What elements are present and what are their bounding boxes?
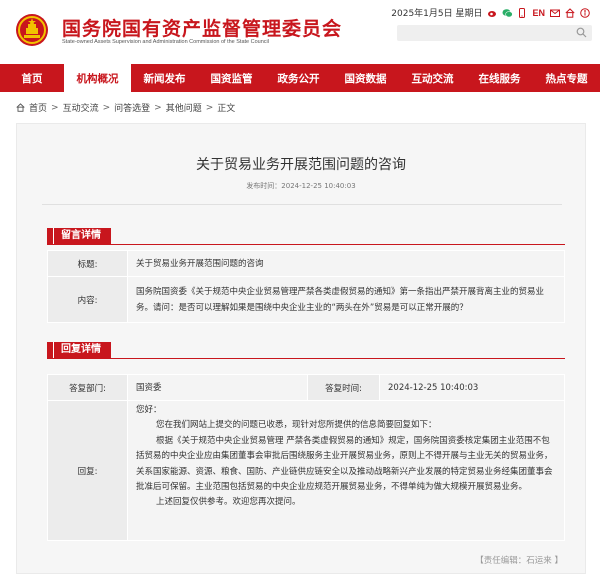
search-input[interactable] <box>397 25 592 41</box>
reply-body: 您好： 您在我们网站上提交的问题已收悉，现针对您所提供的信息简要回复如下： 根据… <box>127 400 565 541</box>
mail-icon[interactable] <box>550 8 560 18</box>
breadcrumb-qa[interactable]: 问答选登 <box>114 101 150 114</box>
nav-item-home[interactable]: 首页 <box>0 64 64 92</box>
dept-key: 答复部门: <box>47 374 128 401</box>
site-header: 国务院国有资产监督管理委员会 State-owned Assets Superv… <box>0 0 600 62</box>
nav-item-online-service[interactable]: 在线服务 <box>466 64 533 92</box>
content-value: 国务院国资委《关于规范中央企业贸易管理严禁各类虚假贸易的通知》第一条指出严禁开展… <box>127 276 565 323</box>
title-key: 标题: <box>47 250 128 277</box>
reply-section-header: 回复详情 <box>47 341 565 359</box>
nav-item-supervision[interactable]: 国资监管 <box>198 64 265 92</box>
time-value: 2024-12-25 10:40:03 <box>379 374 565 401</box>
table-row: 答复部门: 国资委 答复时间: 2024-12-25 10:40:03 <box>47 374 565 401</box>
home-icon[interactable] <box>16 103 25 112</box>
site-subtitle: State-owned Assets Supervision and Admin… <box>62 39 269 45</box>
weibo-icon[interactable] <box>487 8 497 18</box>
search-icon[interactable] <box>576 27 587 38</box>
site-name[interactable]: 国务院国有资产监督管理委员会 <box>62 14 342 41</box>
publish-time: 发布时间：2024-12-25 10:40:03 <box>246 182 356 190</box>
time-key: 答复时间: <box>307 374 380 401</box>
breadcrumb-other[interactable]: 其他问题 <box>166 101 202 114</box>
accessibility-icon[interactable] <box>580 7 590 18</box>
breadcrumb-home[interactable]: 首页 <box>29 101 47 114</box>
home-icon[interactable] <box>565 7 575 18</box>
reply-paragraph: 您在我们网站上提交的问题已收悉，现针对您所提供的信息简要回复如下： <box>156 420 437 431</box>
message-section-header: 留言详情 <box>47 227 565 245</box>
title-value: 关于贸易业务开展范围问题的咨询 <box>127 250 565 277</box>
content-key: 内容: <box>47 276 128 323</box>
nav-item-news[interactable]: 新闻发布 <box>131 64 198 92</box>
message-table: 标题: 关于贸易业务开展范围问题的咨询 内容: 国务院国资委《关于规范中央企业贸… <box>47 250 565 323</box>
nav-item-institution[interactable]: 机构概况 <box>64 64 131 92</box>
main-nav: 首页 机构概况 新闻发布 国资监管 政务公开 国资数据 互动交流 在线服务 热点… <box>0 64 600 92</box>
message-section-label: 留言详情 <box>50 228 111 244</box>
page-title: 关于贸易业务开展范围问题的咨询 <box>196 157 406 173</box>
mobile-icon[interactable] <box>517 7 527 18</box>
national-emblem-icon[interactable] <box>15 13 49 47</box>
top-utility-bar: 2025年1月5日 星期日 EN <box>391 6 590 19</box>
responsible-editor: 【责任编辑：石运来 】 <box>475 556 563 566</box>
reply-greeting: 您好： <box>136 405 162 415</box>
reply-paragraph: 上述回复仅供参考。欢迎您再次提问。 <box>156 497 301 508</box>
breadcrumb-separator: > <box>102 102 111 113</box>
article-card: 关于贸易业务开展范围问题的咨询 发布时间：2024-12-25 10:40:03… <box>16 123 586 574</box>
table-row: 标题: 关于贸易业务开展范围问题的咨询 <box>47 250 565 277</box>
nav-item-open-affairs[interactable]: 政务公开 <box>265 64 332 92</box>
reply-paragraph: 根据《关于规范中央企业贸易管理 严禁各类虚假贸易的通知》规定，国务院国资委核定集… <box>136 435 553 493</box>
nav-item-hot-topics[interactable]: 热点专题 <box>533 64 600 92</box>
divider <box>42 204 562 205</box>
date-text: 2025年1月5日 星期日 <box>391 9 483 19</box>
reply-section-label: 回复详情 <box>50 342 111 358</box>
breadcrumb-current: 正文 <box>217 104 236 114</box>
english-link[interactable]: EN <box>532 8 545 18</box>
reply-table: 答复部门: 国资委 答复时间: 2024-12-25 10:40:03 回复: … <box>47 374 565 541</box>
breadcrumb-separator: > <box>154 102 162 113</box>
wechat-icon[interactable] <box>502 8 514 18</box>
table-row: 回复: 您好： 您在我们网站上提交的问题已收悉，现针对您所提供的信息简要回复如下… <box>47 400 565 541</box>
reply-key: 回复: <box>47 400 128 541</box>
nav-item-data[interactable]: 国资数据 <box>332 64 399 92</box>
breadcrumb: 首页 > 互动交流 > 问答选登 > 其他问题 > 正文 <box>16 101 235 114</box>
table-row: 内容: 国务院国资委《关于规范中央企业贸易管理严禁各类虚假贸易的通知》第一条指出… <box>47 276 565 323</box>
dept-value: 国资委 <box>127 374 308 401</box>
breadcrumb-interaction[interactable]: 互动交流 <box>63 101 99 114</box>
nav-item-interaction[interactable]: 互动交流 <box>399 64 466 92</box>
breadcrumb-separator: > <box>51 102 59 113</box>
breadcrumb-separator: > <box>205 102 214 113</box>
